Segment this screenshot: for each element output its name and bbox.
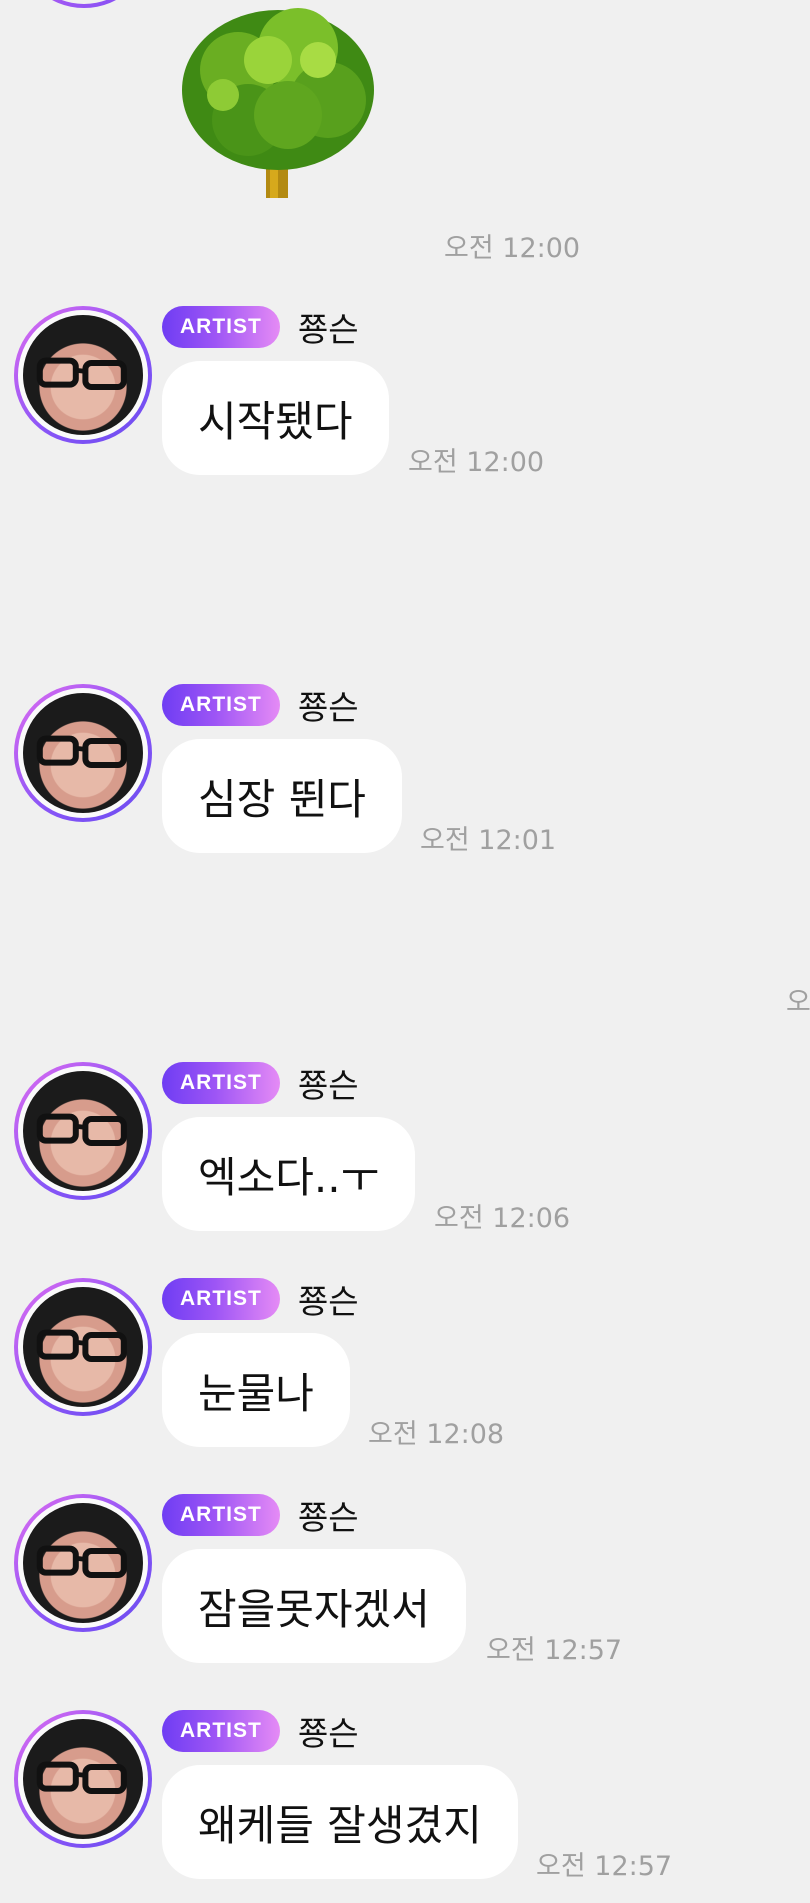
sender-name: 쭁슨 [297, 1714, 359, 1753]
sender-name: 쭁슨 [297, 688, 359, 727]
artist-badge: ARTIST [162, 306, 280, 348]
tree-emoji-sticker[interactable] [178, 0, 378, 200]
timestamp: 오전 12:08 [368, 1419, 505, 1450]
timestamp: 오전 12:01 [420, 825, 557, 856]
avatar[interactable] [14, 1710, 152, 1848]
message-bubble[interactable]: 눈물나 [162, 1333, 350, 1447]
sender-name: 쭁슨 [297, 1066, 359, 1105]
message-bubble[interactable]: 왜케들 잘생겼지 [162, 1765, 518, 1879]
artist-badge: ARTIST [162, 1494, 280, 1536]
message-bubble[interactable]: 엑소다..ㅜ [162, 1117, 416, 1231]
sender-name: 쭁슨 [297, 1282, 359, 1321]
chat-timeline[interactable]: 오전 12:00 ARTIST 쭁슨 시작됐다 오전 12:00 ARTIST … [0, 0, 810, 1903]
sender-name: 쭁슨 [297, 1498, 359, 1537]
avatar[interactable] [14, 1494, 152, 1632]
artist-badge: ARTIST [162, 1710, 280, 1752]
timestamp: 오전 12:57 [486, 1635, 623, 1666]
avatar[interactable] [14, 1278, 152, 1416]
artist-badge: ARTIST [162, 684, 280, 726]
avatar[interactable] [16, 0, 152, 8]
avatar[interactable] [14, 684, 152, 822]
timestamp: 오전 12:00 [444, 233, 581, 264]
timestamp-fragment: 오 [786, 987, 810, 1018]
timestamp: 오전 12:00 [408, 447, 545, 478]
artist-badge: ARTIST [162, 1278, 280, 1320]
message-bubble[interactable]: 심장 뛴다 [162, 739, 402, 853]
message-bubble[interactable]: 시작됐다 [162, 361, 389, 475]
timestamp: 오전 12:06 [434, 1203, 571, 1234]
avatar[interactable] [14, 1062, 152, 1200]
artist-badge: ARTIST [162, 1062, 280, 1104]
avatar[interactable] [14, 306, 152, 444]
timestamp: 오전 12:57 [536, 1851, 673, 1882]
message-bubble[interactable]: 잠을못자겠서 [162, 1549, 466, 1663]
sender-name: 쭁슨 [297, 310, 359, 349]
